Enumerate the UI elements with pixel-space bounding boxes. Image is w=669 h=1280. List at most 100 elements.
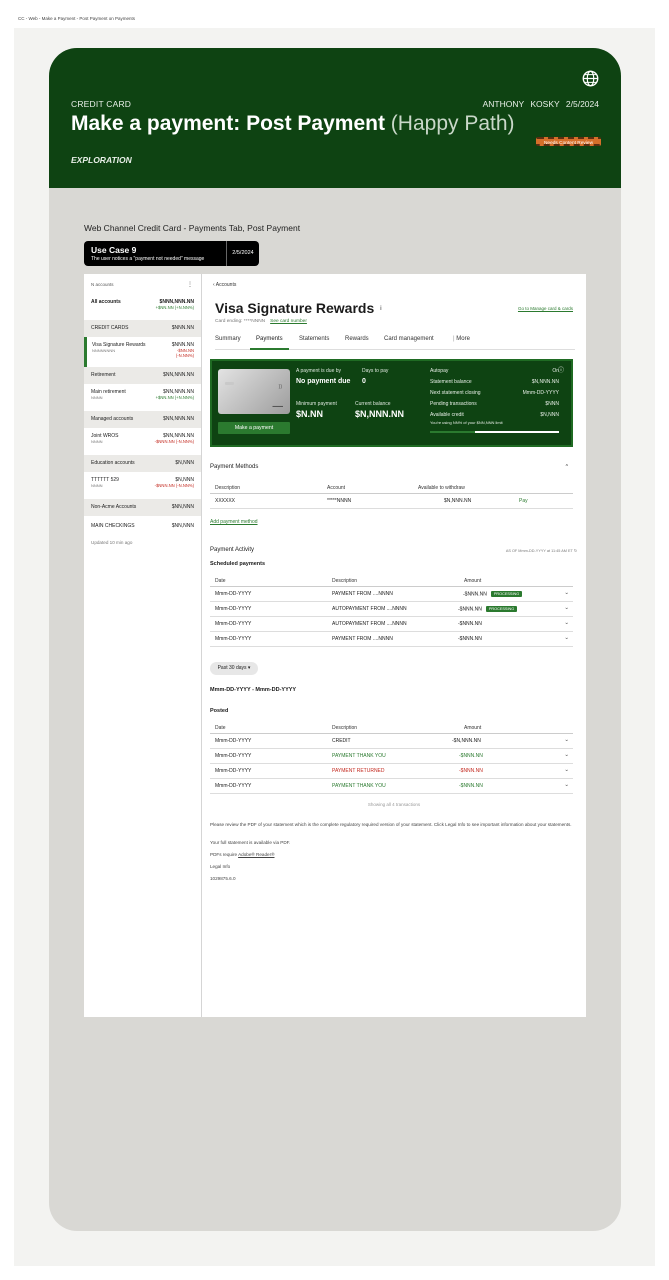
row-description: AUTOPAYMENT FROM ....NNNN bbox=[332, 606, 407, 612]
card-chip bbox=[225, 382, 234, 385]
scheduled-heading: Scheduled payments bbox=[210, 561, 266, 567]
table-row[interactable]: Mmm-DD-YYYY PAYMENT THANK YOU -$NNN.NN ⌄ bbox=[210, 779, 573, 794]
chevron-down-icon[interactable]: ⌄ bbox=[564, 737, 569, 743]
row-date: Mmm-DD-YYYY bbox=[215, 753, 252, 759]
sidebar-section-value: $NN,NNN.NN bbox=[163, 372, 194, 378]
chevron-down-icon[interactable]: ⌄ bbox=[564, 620, 569, 626]
row-description: AUTOPAYMENT FROM ....NNNN bbox=[332, 621, 407, 627]
add-payment-method-link[interactable]: Add payment method bbox=[210, 519, 258, 525]
pay-link[interactable]: Pay bbox=[519, 498, 528, 504]
table-row[interactable]: Mmm-DD-YYYY AUTOPAYMENT FROM ....NNNN -$… bbox=[210, 617, 573, 632]
make-payment-button[interactable]: Make a payment bbox=[218, 422, 290, 434]
hero-banner: CREDIT CARD ANTHONY KOSKY 2/5/2024 Make … bbox=[49, 48, 621, 188]
hero-title-main: Make a payment: Post Payment bbox=[71, 112, 385, 135]
table-row: XXXXXX *****NNNN $N,NNN.NN Pay bbox=[210, 494, 573, 509]
card-logo: ▬▬▬ bbox=[272, 404, 284, 408]
processing-badge: PROCESSING bbox=[490, 591, 523, 597]
hero-tag: EXPLORATION bbox=[71, 155, 132, 165]
row-amount: -$NNN.NN bbox=[459, 768, 483, 774]
due-by-value: No payment due bbox=[296, 378, 351, 385]
sidebar-section-credit-cards[interactable]: CREDIT CARDS $NNN.NN bbox=[84, 320, 201, 337]
hero-date: 2/5/2024 bbox=[565, 99, 599, 109]
table-row[interactable]: Mmm-DD-YYYY PAYMENT FROM ....NNNN -$NNN.… bbox=[210, 587, 573, 602]
date-filter-dropdown[interactable]: Past 30 days ▾ bbox=[210, 662, 258, 675]
sidebar-item-joint-wros[interactable]: Joint WROS NNNN $NN,NNN.NN -$NNN.NN (-N.N… bbox=[84, 428, 201, 455]
col-date: Date bbox=[215, 725, 226, 731]
tab-more[interactable]: | More bbox=[453, 336, 470, 350]
page-title: Visa Signature Rewards i bbox=[215, 300, 382, 316]
tab-summary[interactable]: Summary bbox=[215, 336, 241, 350]
hero-title: Make a payment: Post Payment (Happy Path… bbox=[71, 112, 515, 136]
table-row[interactable]: Mmm-DD-YYYY PAYMENT RETURNED -$NNN.NN ⌄ bbox=[210, 764, 573, 779]
statement-balance-label: Statement balance bbox=[430, 379, 472, 385]
credit-usage-fill bbox=[430, 431, 476, 433]
sidebar-item-change: -$NNN.NN (-N.NN%) bbox=[154, 483, 194, 488]
processing-badge: PROCESSING bbox=[485, 606, 518, 612]
sidebar-section-label: Education accounts bbox=[91, 460, 135, 466]
row-description: CREDIT bbox=[332, 738, 351, 744]
row-amount: -$NNN.NN bbox=[459, 783, 483, 789]
table-row[interactable]: Mmm-DD-YYYY PAYMENT THANK YOU -$NNN.NN ⌄ bbox=[210, 749, 573, 764]
row-amount-cell: -$NNN.NN PROCESSING bbox=[458, 606, 518, 612]
sidebar-section-non-acme[interactable]: Non-Acme Accounts $NN,NNN bbox=[84, 499, 201, 516]
tab-rewards[interactable]: Rewards bbox=[345, 336, 369, 350]
row-date: Mmm-DD-YYYY bbox=[215, 606, 252, 612]
table-row[interactable]: Mmm-DD-YYYY PAYMENT FROM ....NNNN -$NNN.… bbox=[210, 632, 573, 647]
next-closing-label: Next statement closing bbox=[430, 390, 481, 396]
pending-label: Pending transactions bbox=[430, 401, 477, 407]
table-row[interactable]: Mmm-DD-YYYY AUTOPAYMENT FROM ....NNNN -$… bbox=[210, 602, 573, 617]
sidebar-section-label: Managed accounts bbox=[91, 416, 134, 422]
statement-disclaimer: Please review the PDF of your statement … bbox=[210, 822, 572, 827]
sidebar-item-change: +$NN.NN (+N.NN%) bbox=[155, 395, 194, 400]
legal-info-link[interactable]: Legal Info bbox=[210, 864, 580, 871]
sidebar-item-all-accounts[interactable]: All accounts $NNN,NNN.NN +$NN.NN (+N.NN%) bbox=[84, 294, 201, 320]
table-header: Date Description Amount bbox=[210, 721, 573, 734]
posted-table: Date Description Amount Mmm-DD-YYYY CRED… bbox=[210, 721, 573, 794]
sidebar-item-main-retirement[interactable]: Main retirement NNNN $NN,NNN.NN +$NN.NN (… bbox=[84, 384, 201, 411]
sidebar-item-529[interactable]: TTTTTT 529 NNNN $N,NNN -$NNN.NN (-N.NN%) bbox=[84, 472, 201, 499]
pdf-requirement-text: PDFs require bbox=[210, 852, 239, 857]
sidebar-section-value: $NN,NNN.NN bbox=[163, 416, 194, 422]
see-card-number-link[interactable]: See card number bbox=[270, 319, 307, 324]
pdf-note: Your full statement is available via PDF… bbox=[210, 840, 291, 845]
breadcrumb[interactable]: ‹ Accounts bbox=[213, 282, 236, 288]
chevron-down-icon[interactable]: ⌄ bbox=[564, 752, 569, 758]
account-count: N accounts bbox=[91, 282, 114, 287]
version-code: 1029875.6.0 bbox=[210, 876, 236, 881]
chevron-down-icon[interactable]: ⌄ bbox=[564, 590, 569, 596]
usage-note: You're using NN% of your $NN,NNN limit bbox=[430, 420, 503, 425]
tab-card-management[interactable]: Card management bbox=[384, 336, 434, 350]
sidebar-section-retirement[interactable]: Retirement $NN,NNN.NN bbox=[84, 367, 201, 384]
sidebar-item-visa[interactable]: Visa Signature Rewards NNNNNNNN $NNN.NN -… bbox=[84, 337, 201, 367]
caret-down-icon: ▾ bbox=[247, 665, 251, 671]
table-row[interactable]: Mmm-DD-YYYY CREDIT -$N,NNN.NN ⌄ bbox=[210, 734, 573, 749]
globe-icon bbox=[582, 70, 599, 87]
kebab-icon[interactable]: ⋮ bbox=[187, 281, 193, 288]
chevron-down-icon[interactable]: ⌄ bbox=[564, 767, 569, 773]
card-ending: Card ending: ****NNNN See card number bbox=[215, 319, 307, 324]
tab-more-label: More bbox=[456, 336, 470, 342]
chevron-down-icon[interactable]: ⌄ bbox=[564, 635, 569, 641]
sidebar-item-label: MAIN CHECKINGS bbox=[91, 523, 135, 529]
table-header: Description Account Available to withdra… bbox=[210, 481, 573, 494]
info-icon[interactable]: i bbox=[380, 306, 381, 312]
date-filter-label: Past 30 days bbox=[217, 665, 247, 671]
sidebar-item-change: -$NNN.NN (-N.NN%) bbox=[154, 439, 194, 444]
current-balance-value: $N,NNN.NN bbox=[355, 409, 405, 419]
refresh-icon[interactable]: ↻ bbox=[574, 549, 577, 553]
chevron-down-icon[interactable]: ⌄ bbox=[564, 605, 569, 611]
tab-payments[interactable]: Payments bbox=[250, 336, 289, 350]
method-description: XXXXXX bbox=[215, 498, 236, 504]
adobe-reader-link[interactable]: Adobe® Reader® bbox=[238, 852, 274, 857]
sidebar-section-managed[interactable]: Managed accounts $NN,NNN.NN bbox=[84, 411, 201, 428]
row-description: PAYMENT FROM ....NNNN bbox=[332, 636, 393, 642]
sidebar-item-main-checking[interactable]: MAIN CHECKINGS $NN,NNN bbox=[84, 516, 201, 535]
tab-statements[interactable]: Statements bbox=[299, 336, 329, 350]
page-title-text: Visa Signature Rewards bbox=[215, 300, 375, 316]
chevron-down-icon[interactable]: ⌄ bbox=[564, 782, 569, 788]
next-closing-row: Next statement closing Mmm-DD-YYYY bbox=[430, 390, 559, 396]
manage-cards-link[interactable]: Go to Manage card & cards bbox=[518, 306, 573, 311]
sidebar-section-education[interactable]: Education accounts $N,NNN bbox=[84, 455, 201, 472]
chevron-up-icon[interactable]: ^ bbox=[566, 464, 568, 470]
method-available: $N,NNN.NN bbox=[444, 498, 472, 504]
